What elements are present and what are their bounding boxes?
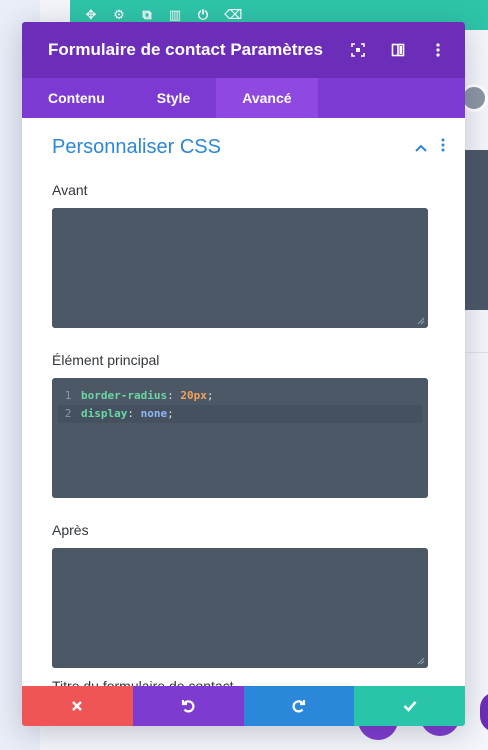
gear-icon[interactable]: ⚙ <box>112 8 126 23</box>
css-colon: : <box>167 389 174 402</box>
save-button[interactable] <box>354 686 465 726</box>
after-css-textarea[interactable] <box>52 548 428 668</box>
before-css-textarea[interactable] <box>52 208 428 328</box>
sidebar-layout-icon[interactable] <box>389 41 407 59</box>
settings-tabs: Contenu Style Avancé <box>22 78 465 118</box>
section-title: Personnaliser CSS <box>52 135 221 158</box>
resize-handle-icon[interactable] <box>417 657 425 665</box>
css-property: display <box>81 407 128 420</box>
css-value: 20px <box>180 389 207 402</box>
modal-header: Formulaire de contact Paramètres <box>22 22 465 78</box>
settings-modal: Formulaire de contact Paramètres Contenu… <box>22 22 465 726</box>
css-semicolon: ; <box>167 407 174 420</box>
after-label: Après <box>52 522 89 538</box>
columns-icon[interactable]: ▥ <box>168 8 182 23</box>
section-options-icon[interactable] <box>441 137 445 156</box>
duplicate-icon[interactable]: ⧉ <box>140 8 154 23</box>
settings-content: Personnaliser CSS Avant Élément principa… <box>22 118 465 686</box>
redo-button[interactable] <box>243 686 355 726</box>
more-options-icon[interactable] <box>429 41 447 59</box>
check-icon <box>403 701 417 712</box>
code-line-active[interactable]: 2 display: none; <box>58 405 422 423</box>
power-icon[interactable]: ⏻ <box>196 8 210 23</box>
css-value: none <box>140 407 168 420</box>
code-line[interactable]: 1 border-radius: 20px; <box>58 387 422 405</box>
cancel-button[interactable] <box>22 686 133 726</box>
redo-icon <box>292 700 305 713</box>
modal-footer <box>22 686 465 726</box>
fullscreen-icon[interactable] <box>349 41 367 59</box>
line-number: 1 <box>64 389 72 402</box>
line-number: 2 <box>64 407 72 420</box>
css-semicolon: ; <box>206 389 214 402</box>
css-property: border-radius <box>81 389 168 402</box>
tab-content[interactable]: Contenu <box>22 78 131 118</box>
modal-title: Formulaire de contact Paramètres <box>48 40 323 59</box>
move-icon[interactable]: ✥ <box>84 8 98 23</box>
css-colon: : <box>127 407 134 420</box>
divider <box>465 352 488 353</box>
chevron-up-icon[interactable] <box>415 137 427 156</box>
before-label: Avant <box>52 182 88 198</box>
tab-style[interactable]: Style <box>131 78 216 118</box>
close-icon <box>72 701 83 711</box>
undo-icon <box>182 700 195 713</box>
main-element-code-editor[interactable]: 1 border-radius: 20px; 2 display: none; <box>52 378 428 498</box>
section-header[interactable]: Personnaliser CSS <box>52 118 445 176</box>
trash-icon[interactable]: ⌫ <box>224 8 242 23</box>
main-element-label: Élément principal <box>52 352 160 368</box>
undo-button[interactable] <box>132 686 244 726</box>
tab-advanced[interactable]: Avancé <box>216 78 318 118</box>
resize-handle-icon[interactable] <box>417 317 425 325</box>
